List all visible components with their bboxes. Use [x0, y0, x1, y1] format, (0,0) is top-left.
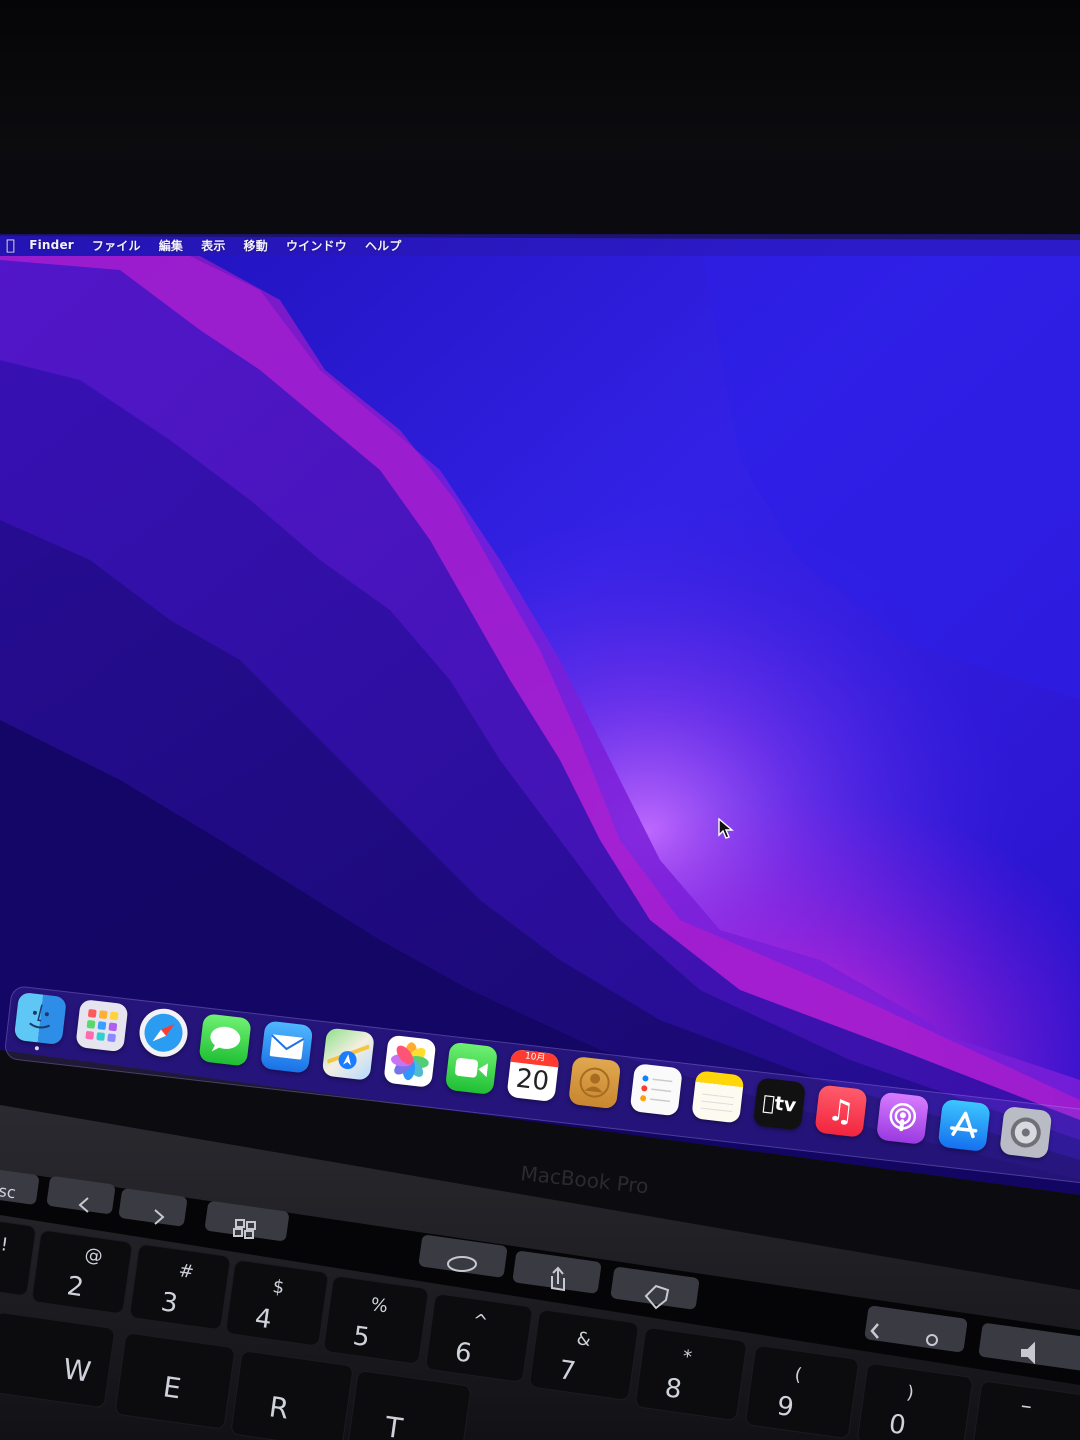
apple-tv-icon[interactable]:  tv — [752, 1077, 807, 1131]
calendar-icon[interactable]: 10月 20 — [506, 1048, 560, 1103]
tv-label: tv — [767, 1091, 797, 1117]
menu-finder[interactable]: Finder — [29, 238, 74, 252]
menu-window[interactable]: ウインドウ — [286, 237, 347, 254]
menu-help[interactable]: ヘルプ — [365, 237, 402, 254]
gear-icon[interactable] — [999, 1105, 1053, 1160]
key-5-symbol: ^ — [471, 1310, 489, 1333]
music-icon[interactable]: ♫ — [814, 1084, 868, 1138]
notes-icon[interactable] — [691, 1070, 745, 1124]
menu-file[interactable]: ファイル — [92, 237, 141, 254]
finder-icon[interactable] — [13, 991, 67, 1046]
facetime-icon[interactable] — [444, 1041, 499, 1095]
reminders-icon[interactable] — [629, 1063, 683, 1117]
mouse-cursor-icon — [718, 818, 734, 839]
calendar-day: 20 — [514, 1063, 551, 1098]
key-4-symbol: % — [369, 1294, 389, 1317]
menu-bar:  Finder ファイル 編集 表示 移動 ウインドウ ヘルプ — [0, 234, 1080, 256]
menu-edit[interactable]: 編集 — [159, 237, 183, 254]
apple-logo-icon[interactable]:  — [6, 236, 15, 254]
key-w-label: W — [61, 1352, 93, 1389]
photo-scene: MacBook Pro sc! @2 #3 $4 %5 ^6 &7 *8 (9 … — [0, 0, 1080, 1440]
maps-icon[interactable] — [321, 1027, 375, 1081]
messages-icon[interactable] — [198, 1013, 252, 1067]
key-1-symbol: @ — [83, 1244, 104, 1267]
app-store-icon[interactable] — [937, 1098, 991, 1152]
key-6-symbol: & — [575, 1328, 592, 1351]
launchpad-icon[interactable] — [75, 999, 129, 1053]
podcasts-icon[interactable] — [875, 1091, 930, 1145]
photos-icon[interactable] — [383, 1034, 437, 1088]
key-2-symbol: # — [177, 1260, 195, 1283]
menu-go[interactable]: 移動 — [244, 237, 268, 254]
mail-icon[interactable] — [260, 1020, 314, 1074]
menu-view[interactable]: 表示 — [201, 237, 225, 254]
key-esc-label: sc — [0, 1181, 17, 1202]
screen-bezel — [0, 160, 1080, 235]
contacts-icon[interactable] — [568, 1056, 622, 1110]
